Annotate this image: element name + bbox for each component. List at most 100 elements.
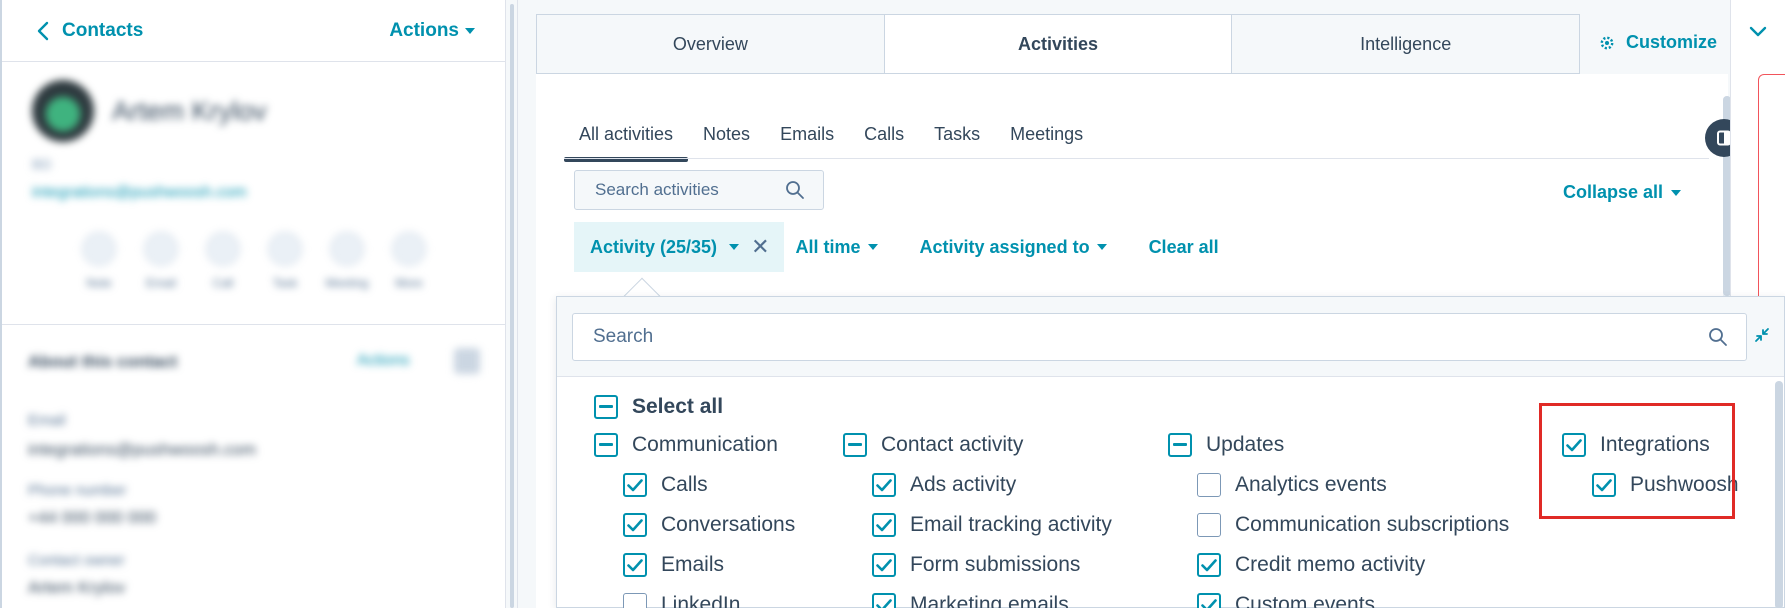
subtab-notes[interactable]: Notes [688, 110, 765, 158]
tab-activities[interactable]: Activities [884, 15, 1233, 73]
activity-filter-dropdown: Search Select all Communication Calls Co… [556, 296, 1785, 608]
about-actions-dropdown[interactable]: Actions [357, 352, 409, 370]
contact-actions-dropdown[interactable]: Actions [389, 20, 475, 42]
subtab-calls[interactable]: Calls [849, 110, 919, 158]
caret-down-icon [1096, 244, 1107, 250]
actions-label: Actions [389, 20, 459, 41]
search-activities-input[interactable]: Search activities [574, 170, 824, 210]
contact-topbar: Contacts Actions [2, 0, 507, 62]
option-ads-activity-checkbox[interactable]: Ads activity [872, 473, 1016, 497]
tab-overview[interactable]: Overview [537, 15, 885, 73]
quick-action-meeting[interactable]: Meeting [320, 232, 374, 290]
group-contact-activity-checkbox[interactable]: Contact activity [843, 433, 1023, 457]
close-icon[interactable]: ✕ [751, 234, 769, 260]
quick-action-email[interactable]: Email [134, 232, 188, 290]
collapse-arrows-icon[interactable] [1754, 327, 1770, 343]
field-value[interactable]: Artem Krylov [28, 578, 125, 598]
quick-action-note[interactable]: Note [72, 232, 126, 290]
option-pushwoosh-checkbox[interactable]: Pushwoosh [1592, 473, 1739, 497]
indeterminate-checkbox-icon [594, 395, 618, 419]
activity-type-tabs: All activities Notes Emails Calls Tasks … [564, 110, 1098, 162]
option-email-tracking-checkbox[interactable]: Email tracking activity [872, 513, 1112, 537]
group-label: Updates [1206, 433, 1285, 456]
field-value[interactable]: +44 000 000 000 [28, 508, 156, 528]
option-label: Credit memo activity [1235, 553, 1426, 576]
search-icon [786, 181, 804, 199]
option-conversations-checkbox[interactable]: Conversations [623, 513, 795, 537]
contact-name: Artem Krylov [112, 96, 267, 126]
activity-type-filter[interactable]: Activity (25/35) ✕ [574, 222, 784, 272]
scrollbar-thumb[interactable] [1775, 381, 1783, 608]
group-communication-checkbox[interactable]: Communication [594, 433, 778, 457]
option-label: Email tracking activity [910, 513, 1112, 536]
email-icon [144, 232, 178, 266]
group-label: Communication [632, 433, 778, 456]
field-label: Contact owner [28, 552, 125, 569]
chevron-down-icon[interactable] [1749, 26, 1767, 38]
option-label: Form submissions [910, 553, 1081, 576]
checkbox-checked-icon [623, 473, 647, 497]
subtab-all-activities[interactable]: All activities [564, 110, 689, 162]
time-filter-label: All time [795, 236, 861, 257]
assigned-to-filter[interactable]: Activity assigned to [920, 237, 1107, 258]
checkbox-unchecked-icon [1197, 513, 1221, 537]
dropdown-scrollbar[interactable] [1775, 381, 1783, 608]
option-label: LinkedIn [661, 593, 741, 608]
option-label: Emails [661, 553, 725, 576]
field-label: Email [28, 412, 66, 429]
calendar-icon [330, 232, 364, 266]
dropdown-search-input[interactable]: Search [572, 313, 1747, 361]
quick-action-task[interactable]: Task [258, 232, 312, 290]
option-marketing-emails-checkbox[interactable]: Marketing emails [872, 593, 1069, 608]
option-calls-checkbox[interactable]: Calls [623, 473, 708, 497]
option-analytics-events-checkbox[interactable]: Analytics events [1197, 473, 1387, 497]
activity-filters: Activity (25/35) ✕ All time Activity ass… [574, 222, 1219, 272]
checkbox-checked-icon [872, 593, 896, 608]
avatar [32, 80, 94, 142]
activity-filter-label: Activity (25/35) [590, 236, 718, 257]
option-label: Calls [661, 473, 708, 496]
field-value[interactable]: integrations@pushwoosh.com [28, 440, 256, 460]
contact-email-link[interactable]: integrations@pushwoosh.com [32, 184, 247, 202]
assigned-filter-label: Activity assigned to [919, 236, 1090, 257]
option-emails-checkbox[interactable]: Emails [623, 553, 724, 577]
gear-icon [1600, 36, 1614, 49]
indeterminate-checkbox-icon [843, 433, 867, 457]
option-linkedin-checkbox[interactable]: LinkedIn [623, 593, 740, 608]
option-custom-events-checkbox[interactable]: Custom events [1197, 593, 1375, 608]
quick-action-label: More [395, 276, 423, 290]
time-filter[interactable]: All time [796, 237, 878, 258]
checkbox-checked-icon [872, 473, 896, 497]
indeterminate-checkbox-icon [594, 433, 618, 457]
back-label: Contacts [62, 20, 144, 41]
subtab-emails[interactable]: Emails [765, 110, 849, 158]
quick-action-label: Call [212, 276, 234, 290]
option-credit-memo-checkbox[interactable]: Credit memo activity [1197, 553, 1425, 577]
collapse-all-label: Collapse all [1563, 182, 1664, 202]
panel-resize-handle[interactable] [505, 0, 518, 608]
back-to-contacts-link[interactable]: Contacts [36, 20, 143, 42]
about-section-title[interactable]: About this contact [28, 352, 177, 372]
task-icon [268, 232, 302, 266]
subtabs-divider [564, 158, 1709, 159]
caret-down-icon [867, 244, 878, 250]
quick-action-call[interactable]: Call [196, 232, 250, 290]
subtab-meetings[interactable]: Meetings [995, 110, 1098, 158]
customize-button[interactable]: Customize [1598, 32, 1717, 53]
subtab-tasks[interactable]: Tasks [919, 110, 995, 158]
select-all-checkbox[interactable]: Select all [594, 395, 723, 419]
option-label: Marketing emails [910, 593, 1069, 608]
tab-intelligence[interactable]: Intelligence [1232, 15, 1579, 73]
clear-all-button[interactable]: Clear all [1149, 237, 1219, 258]
option-communication-subscriptions-checkbox[interactable]: Communication subscriptions [1197, 513, 1509, 537]
checkbox-unchecked-icon [1197, 473, 1221, 497]
collapse-all-button[interactable]: Collapse all [1563, 182, 1682, 203]
group-integrations-checkbox[interactable]: Integrations [1562, 433, 1710, 457]
search-activities-placeholder: Search activities [595, 180, 719, 199]
group-updates-checkbox[interactable]: Updates [1168, 433, 1284, 457]
settings-icon[interactable] [454, 348, 480, 374]
checkbox-checked-icon [1562, 433, 1586, 457]
option-form-submissions-checkbox[interactable]: Form submissions [872, 553, 1080, 577]
option-label: Communication subscriptions [1235, 513, 1510, 536]
quick-action-more[interactable]: More [382, 232, 436, 290]
